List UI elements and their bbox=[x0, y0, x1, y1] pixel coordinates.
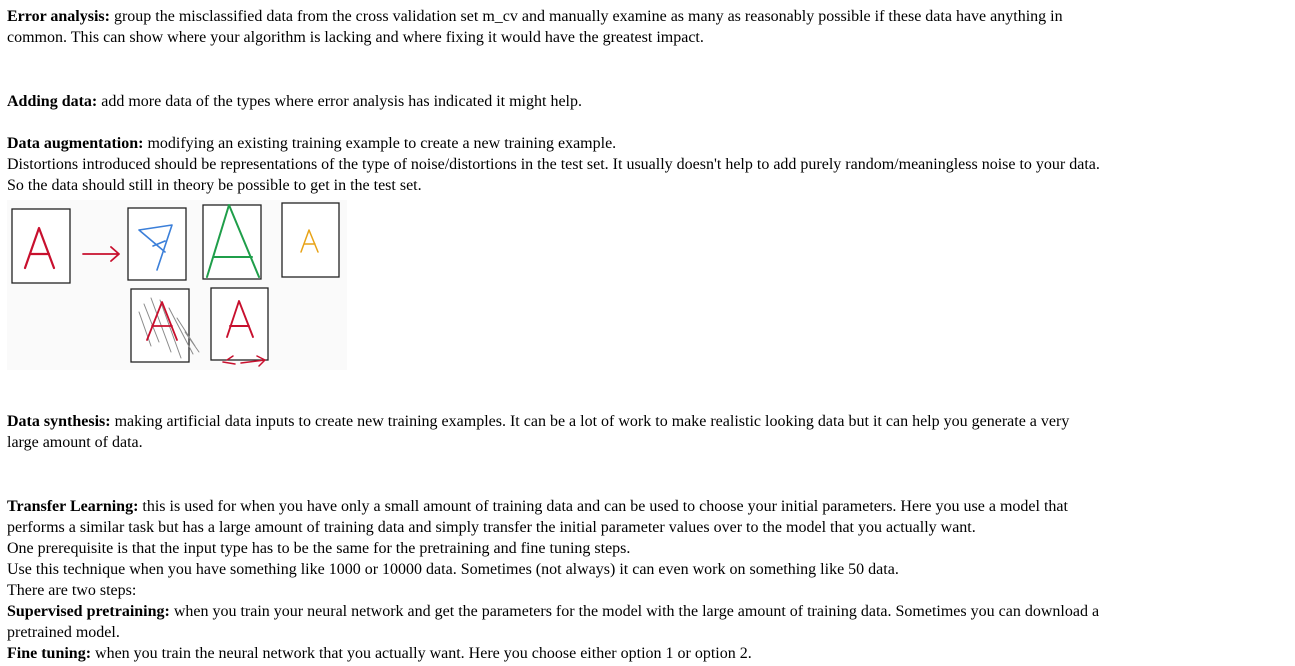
transfer-learning-paragraph: Transfer Learning: this is used for when… bbox=[7, 496, 1292, 664]
transfer-learning-line-3: One prerequisite is that the input type … bbox=[7, 540, 631, 557]
original-a-box bbox=[11, 208, 71, 284]
error-analysis-paragraph: Error analysis: group the misclassified … bbox=[7, 6, 1292, 48]
data-augmentation-paragraph: Data augmentation: modifying an existing… bbox=[7, 133, 1292, 196]
transfer-learning-line-1: Transfer Learning: this is used for when… bbox=[7, 498, 1068, 515]
transfer-learning-line-2: performs a similar task but has a large … bbox=[7, 519, 976, 536]
adding-data-line-1: Adding data: add more data of the types … bbox=[7, 93, 582, 110]
data-synthesis-line-2: large amount of data. bbox=[7, 434, 143, 451]
data-synthesis-line-1: Data synthesis: making artificial data i… bbox=[7, 413, 1070, 430]
data-augmentation-line-1: Data augmentation: modifying an existing… bbox=[7, 135, 617, 152]
rotated-a-box bbox=[127, 207, 187, 281]
error-analysis-line-2: common. This can show where your algorit… bbox=[7, 29, 704, 46]
supervised-pretraining-term: Supervised pretraining: bbox=[7, 603, 170, 620]
augmentation-figure bbox=[7, 200, 347, 370]
noisy-a-box bbox=[130, 288, 200, 363]
transfer-learning-term: Transfer Learning: bbox=[7, 498, 139, 515]
shrunk-a-box bbox=[281, 202, 340, 278]
transfer-learning-line-4: Use this technique when you have somethi… bbox=[7, 561, 899, 578]
data-augmentation-line-2: Distortions introduced should be represe… bbox=[7, 156, 1100, 173]
shifted-a-box bbox=[210, 287, 269, 367]
supervised-pretraining-line-2: pretrained model. bbox=[7, 624, 120, 641]
data-synthesis-paragraph: Data synthesis: making artificial data i… bbox=[7, 411, 1292, 453]
data-synthesis-term: Data synthesis: bbox=[7, 413, 111, 430]
fine-tuning-term: Fine tuning: bbox=[7, 645, 92, 662]
transfer-learning-line-5: There are two steps: bbox=[7, 582, 137, 599]
error-analysis-term: Error analysis: bbox=[7, 8, 110, 25]
enlarged-a-box bbox=[202, 204, 262, 280]
adding-data-paragraph: Adding data: add more data of the types … bbox=[7, 91, 1292, 112]
data-augmentation-line-3: So the data should still in theory be po… bbox=[7, 177, 422, 194]
supervised-pretraining-line-1: Supervised pretraining: when you train y… bbox=[7, 603, 1100, 620]
error-analysis-line-1: Error analysis: group the misclassified … bbox=[7, 8, 1063, 25]
fine-tuning-line-1: Fine tuning: when you train the neural n… bbox=[7, 645, 752, 662]
data-augmentation-term: Data augmentation: bbox=[7, 135, 144, 152]
adding-data-term: Adding data: bbox=[7, 93, 98, 110]
